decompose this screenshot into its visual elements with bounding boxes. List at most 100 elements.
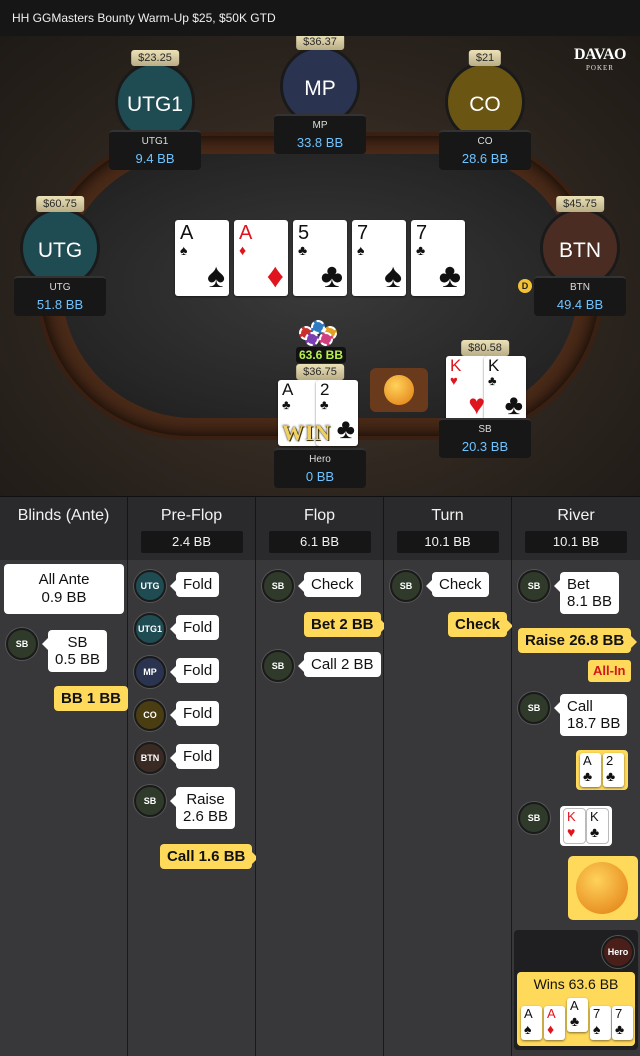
seat-utg[interactable]: $60.75 UTG UTG 51.8 BB (12, 196, 108, 316)
name-plate: SB 20.3 BB (439, 418, 531, 458)
winning-card: A ♠ (521, 1006, 542, 1040)
hero-action-bubble: Bet 2 BB (304, 612, 386, 637)
action-bubble: Fold (169, 615, 220, 640)
seat-name: UTG (49, 282, 71, 293)
street-header-preflop[interactable]: Pre-Flop 2.4 BB (128, 497, 256, 560)
street-header-turn[interactable]: Turn 10.1 BB (384, 497, 512, 560)
winning-card: 7 ♠ (590, 1006, 611, 1040)
street-pot: 2.4 BB (140, 531, 243, 553)
player-badge-sb: SB (518, 570, 550, 602)
seat-name: UTG1 (141, 136, 169, 147)
street-pot: 10.1 BB (525, 531, 627, 553)
win-box: Wins 63.6 BB A ♠ A ♦ A ♣ 7 ♠ 7 ♣ (517, 972, 635, 1046)
player-badge-utg1: UTG1 (134, 613, 166, 645)
street-pot: 6.1 BB (268, 531, 371, 553)
action-bubble: Fold (169, 572, 220, 597)
hero-action-bubble: Call 1.6 BB (160, 844, 259, 869)
seat-bb: 20.3 BB (461, 439, 509, 454)
action-bubble: Bet 8.1 BB (553, 572, 620, 614)
player-badge-sb: SB (262, 650, 294, 682)
shown-card: K ♣ (587, 809, 608, 843)
pot-amount: 63.6 BB (295, 347, 347, 363)
name-plate: UTG1 9.4 BB (109, 130, 201, 170)
hero-action-bubble: BB 1 BB (54, 686, 135, 711)
seat-bb: 0 BB (305, 469, 335, 484)
player-badge-sb: SB (262, 570, 294, 602)
winning-card: A ♣ (567, 998, 588, 1032)
emoji-reaction[interactable] (370, 368, 428, 412)
player-badge-utg: UTG (134, 570, 166, 602)
all-ante-box: All Ante 0.9 BB (4, 564, 124, 614)
action-bubble: Fold (169, 744, 220, 769)
seat-bb: 33.8 BB (296, 135, 344, 150)
seat-utg1[interactable]: $23.25 UTG1 UTG1 9.4 BB (107, 50, 203, 170)
seat-bb: 51.8 BB (36, 297, 84, 312)
seat-sb[interactable]: $80.58 K ♥ ♥ K ♣ ♣ SB 20.3 BB (437, 340, 533, 458)
action-bubble: Fold (169, 701, 220, 726)
dizzy-face-icon (384, 375, 414, 405)
hero-hole-cards: A ♣ 2 ♣ ♣ WIN (278, 380, 364, 446)
stack-tag: $36.75 (296, 364, 344, 380)
action-bubble: SB 0.5 BB (41, 630, 108, 672)
poker-table-area: DAVAO POKER $23.25 UTG1 UTG1 9.4 BB $36.… (0, 36, 640, 496)
pot: 63.6 BB (286, 316, 356, 364)
sb-show-cards: K ♥ K ♣ (560, 806, 612, 846)
board-card: 7 ♠ ♠ (352, 220, 406, 296)
name-plate: Hero 0 BB (274, 448, 366, 488)
stack-tag: $36.37 (296, 36, 344, 50)
win-badge: WIN (282, 420, 332, 445)
player-badge-hero: Hero (602, 936, 634, 968)
street-pot: 10.1 BB (396, 531, 499, 553)
player-badge-sb: SB (134, 785, 166, 817)
seat-bb: 28.6 BB (461, 151, 509, 166)
shown-card: A ♣ (580, 753, 601, 787)
name-plate: UTG 51.8 BB (14, 276, 106, 316)
seat-name: CO (477, 136, 493, 147)
name-plate: CO 28.6 BB (439, 130, 531, 170)
community-cards: A ♠ ♠ A ♦ ♦ 5 ♣ ♣ 7 ♠ ♠ 7 ♣ ♣ (175, 220, 465, 296)
board-card: A ♦ ♦ (234, 220, 288, 296)
hero-emoji-reaction (568, 856, 638, 920)
shown-card: K ♥ (564, 809, 585, 843)
player-badge-sb: SB (390, 570, 422, 602)
name-plate: BTN 49.4 BB (534, 276, 626, 316)
stack-tag: $60.75 (36, 196, 84, 212)
player-badge-mp: MP (134, 656, 166, 688)
seat-co[interactable]: $21 CO CO 28.6 BB (437, 50, 533, 170)
seat-mp[interactable]: $36.37 MP MP 33.8 BB (272, 36, 368, 154)
hole-card: K ♣ ♣ (484, 356, 526, 422)
action-bubble: Check (426, 572, 489, 597)
street-header-river[interactable]: River 10.1 BB (512, 497, 640, 560)
stack-tag: $45.75 (556, 196, 604, 212)
hero-action-bubble: Raise 26.8 BB (518, 628, 638, 653)
player-badge-sb: SB (518, 692, 550, 724)
board-card: 5 ♣ ♣ (293, 220, 347, 296)
win-amount: Wins 63.6 BB (533, 976, 619, 992)
hand-title: HH GGMasters Bounty Warm-Up $25, $50K GT… (12, 11, 276, 25)
street-header-flop[interactable]: Flop 6.1 BB (256, 497, 384, 560)
winning-hand: A ♠ A ♦ A ♣ 7 ♠ 7 ♣ (517, 994, 635, 1040)
seat-name: SB (478, 424, 492, 435)
player-badge-co: CO (134, 699, 166, 731)
winning-card: 7 ♣ (612, 1006, 633, 1040)
stack-tag: $80.58 (461, 340, 509, 356)
action-bubble: Call 18.7 BB (553, 694, 628, 736)
seat-name: BTN (570, 282, 590, 293)
hole-card: K ♥ ♥ (446, 356, 488, 422)
dizzy-face-icon (576, 862, 628, 914)
seat-bb: 9.4 BB (135, 151, 175, 166)
title-bar: HH GGMasters Bounty Warm-Up $25, $50K GT… (0, 0, 640, 36)
column-blinds: All Ante 0.9 BB SB SB 0.5 BB BB 1 BB (0, 560, 135, 1056)
seat-name: Hero (309, 454, 331, 465)
name-plate: MP 33.8 BB (274, 114, 366, 154)
street-headers: Blinds (Ante) Pre-Flop 2.4 BB Flop 6.1 B… (0, 496, 640, 560)
seat-btn[interactable]: $45.75 BTN BTN 49.4 BB (532, 196, 628, 316)
action-bubble: Call 2 BB (298, 652, 381, 677)
street-header-blinds[interactable]: Blinds (Ante) (0, 497, 128, 560)
hero-show-cards: A ♣ 2 ♣ (576, 750, 628, 790)
action-bubble: Check (298, 572, 361, 597)
column-preflop: UTG Fold UTG1 Fold MP Fold CO Fold BTN F… (128, 560, 259, 1056)
player-badge-sb: SB (6, 628, 38, 660)
seat-name: MP (312, 120, 328, 131)
dealer-button-icon: D (518, 279, 532, 293)
